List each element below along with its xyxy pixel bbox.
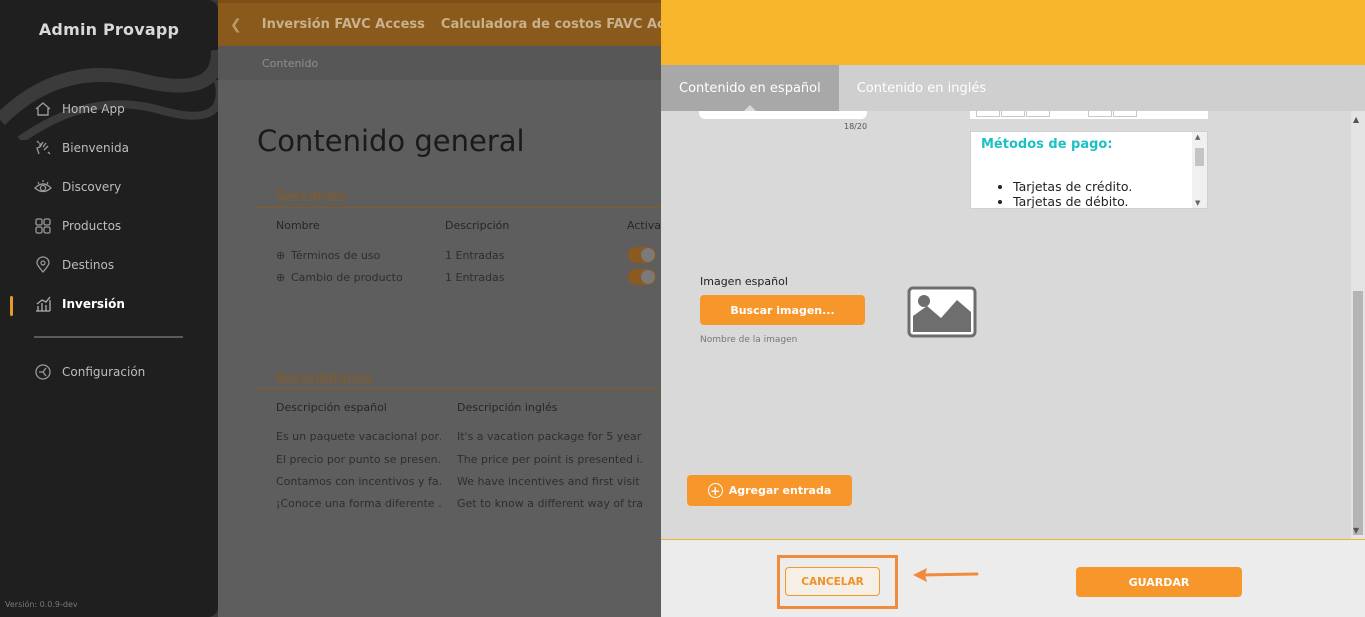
column-header-descripcion-en: Descripción inglés xyxy=(457,401,558,414)
sidebar-item-label: Home App xyxy=(62,102,125,116)
add-entry-button[interactable]: + Agregar entrada xyxy=(687,475,852,506)
section-divider xyxy=(257,388,661,389)
table-cell-en: The price per point is presented i… xyxy=(457,453,642,466)
home-icon xyxy=(34,100,52,118)
panel-scroll-thumb[interactable] xyxy=(1353,291,1363,535)
brand-title: Admin Provapp xyxy=(38,20,180,39)
sidebar-item-bienvenida[interactable]: Bienvenida xyxy=(34,137,129,159)
page-title: Contenido general xyxy=(257,124,525,158)
settings-icon xyxy=(34,363,52,381)
toolbar-button[interactable] xyxy=(1088,111,1112,117)
sidebar-item-label: Inversión xyxy=(62,297,125,311)
table-cell-en: It's a vacation package for 5 years. xyxy=(457,430,642,443)
main-content: ❮ Inversión FAVC Access Calculadora de c… xyxy=(218,0,661,617)
sidebar-item-productos[interactable]: Productos xyxy=(34,215,121,237)
table-cell-en: We have incentives and first visit … xyxy=(457,475,642,488)
version-label: Versión: 0.0.9-dev xyxy=(5,600,78,609)
sidebar-item-destinos[interactable]: Destinos xyxy=(34,254,114,276)
activate-toggle[interactable] xyxy=(628,247,656,263)
editor-toolbar xyxy=(970,111,1208,119)
expand-icon[interactable]: ⊕ xyxy=(276,271,285,284)
table-cell-es: Es un paquete vacacional por… xyxy=(276,430,441,443)
editor-scroll-thumb[interactable] xyxy=(1195,148,1204,166)
panel-footer: CANCELAR GUARDAR xyxy=(661,539,1365,617)
sidebar: Admin Provapp Home App Bienvenida Discov… xyxy=(0,0,218,617)
sidebar-item-discovery[interactable]: Discovery xyxy=(34,176,121,198)
sidebar-item-configuracion[interactable]: Configuración xyxy=(34,361,145,383)
section-heading-recordatorios: Recordatorios xyxy=(276,371,373,387)
scroll-down-icon[interactable]: ▼ xyxy=(1195,199,1200,207)
character-counter: 18/20 xyxy=(844,122,868,131)
toolbar-button[interactable] xyxy=(1113,111,1137,117)
sidebar-item-inversion[interactable]: Inversión xyxy=(34,293,125,315)
scroll-up-icon[interactable]: ▲ xyxy=(1195,133,1200,141)
editor-list: Tarjetas de crédito. Tarjetas de débito. xyxy=(1013,179,1132,208)
section-divider xyxy=(257,207,661,208)
map-pin-icon xyxy=(34,256,52,274)
content-edit-panel: Contenido en español Contenido en inglés… xyxy=(661,0,1365,617)
add-entry-label: Agregar entrada xyxy=(728,484,832,497)
breadcrumb: Contenido xyxy=(218,46,661,80)
panel-header xyxy=(661,0,1365,65)
table-row-description: 1 Entradas xyxy=(445,249,505,262)
expand-icon[interactable]: ⊕ xyxy=(276,249,285,262)
column-header-activar: Activar xyxy=(627,219,661,232)
column-header-descripcion: Descripción xyxy=(445,219,510,232)
column-header-nombre: Nombre xyxy=(276,219,320,232)
sidebar-item-label: Productos xyxy=(62,219,122,233)
image-label: Imagen español xyxy=(700,275,788,288)
save-button[interactable]: GUARDAR xyxy=(1076,567,1242,597)
table-row-name: Términos de uso xyxy=(291,249,381,262)
sidebar-item-label: Configuración xyxy=(62,365,146,379)
toolbar-button[interactable] xyxy=(1026,111,1050,117)
list-item: Tarjetas de débito. xyxy=(1013,194,1132,208)
title-input[interactable] xyxy=(699,111,867,119)
sidebar-item-home-app[interactable]: Home App xyxy=(34,98,125,120)
background-decoration xyxy=(0,49,218,140)
scroll-down-icon[interactable]: ▼ xyxy=(1353,526,1359,535)
chevron-left-icon[interactable]: ❮ xyxy=(230,17,242,33)
editor-scrollbar[interactable]: ▲ ▼ xyxy=(1192,132,1207,208)
table-row-description: 1 Entradas xyxy=(445,271,505,284)
grid-icon xyxy=(34,217,52,235)
top-navigation: ❮ Inversión FAVC Access Calculadora de c… xyxy=(218,0,661,46)
tab-contenido-espanol[interactable]: Contenido en español xyxy=(661,65,839,111)
eye-icon xyxy=(34,178,52,196)
active-indicator xyxy=(10,296,13,316)
sidebar-item-label: Discovery xyxy=(62,180,122,194)
tab-contenido-ingles[interactable]: Contenido en inglés xyxy=(839,65,1004,111)
table-row-name: Cambio de producto xyxy=(291,271,403,284)
hand-wave-icon xyxy=(34,139,52,157)
sidebar-divider xyxy=(34,336,183,338)
cancel-button[interactable]: CANCELAR xyxy=(785,567,880,596)
panel-scroll-content: 18/20 Métodos de pago: Tarjetas de crédi… xyxy=(661,111,1351,539)
table-cell-es: El precio por punto se presen… xyxy=(276,453,441,466)
table-cell-en: Get to know a different way of tra… xyxy=(457,497,642,510)
column-header-descripcion-es: Descripción español xyxy=(276,401,387,414)
sidebar-item-label: Bienvenida xyxy=(62,141,129,155)
pointer-arrow-icon xyxy=(913,568,979,582)
breadcrumb-item[interactable]: Contenido xyxy=(262,57,318,70)
search-image-button[interactable]: Buscar imagen... xyxy=(700,295,865,325)
list-item: Tarjetas de crédito. xyxy=(1013,179,1132,194)
editor-heading: Métodos de pago: xyxy=(981,137,1113,152)
section-heading-secciones: Secciones xyxy=(276,189,347,205)
plus-circle-icon: + xyxy=(707,483,723,498)
language-tabs: Contenido en español Contenido en inglés xyxy=(661,65,1365,111)
sidebar-item-label: Destinos xyxy=(62,258,115,272)
activate-toggle[interactable] xyxy=(628,269,656,285)
toolbar-button[interactable] xyxy=(976,111,1000,117)
tab-inversion-favc[interactable]: Inversión FAVC Access xyxy=(262,17,425,32)
panel-scrollbar[interactable]: ▲ ▼ xyxy=(1351,111,1365,539)
toolbar-button[interactable] xyxy=(1001,111,1025,117)
image-placeholder-icon xyxy=(907,286,977,338)
table-cell-es: Contamos con incentivos y fa… xyxy=(276,475,441,488)
table-cell-es: ¡Conoce una forma diferente … xyxy=(276,497,441,510)
bar-chart-icon xyxy=(34,295,52,313)
image-name-text: Nombre de la imagen xyxy=(700,335,798,345)
tab-calculadora-costos[interactable]: Calculadora de costos FAVC Access xyxy=(441,17,661,32)
scroll-up-icon[interactable]: ▲ xyxy=(1353,115,1359,124)
rich-text-editor[interactable]: Métodos de pago: Tarjetas de crédito. Ta… xyxy=(970,131,1208,209)
